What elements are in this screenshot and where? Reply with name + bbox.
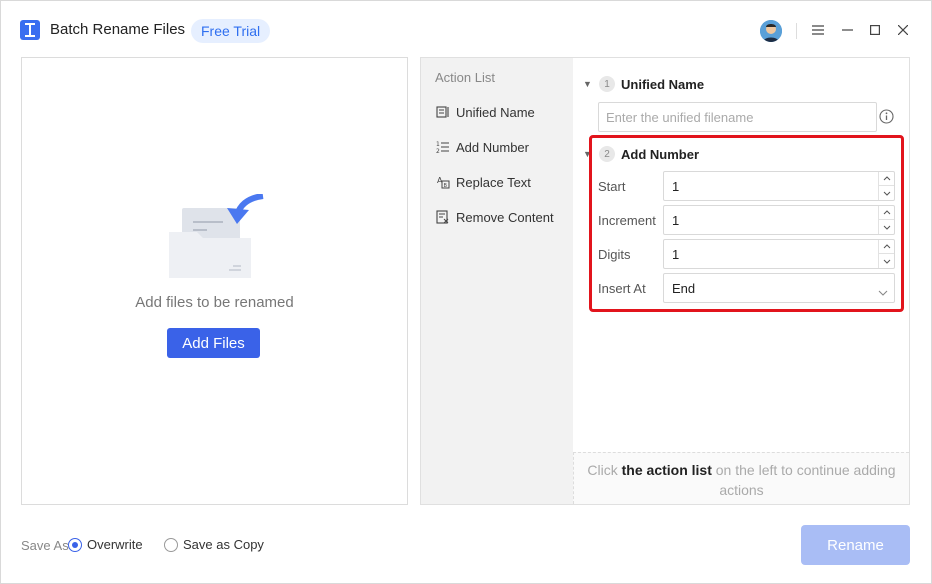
start-stepper[interactable]: 1 [663, 171, 895, 201]
action-item-label: Replace Text [456, 174, 531, 190]
menu-icon[interactable] [809, 21, 827, 39]
increment-spin [878, 206, 894, 234]
action-item-remove-content[interactable]: Remove Content [435, 207, 554, 227]
increment-label: Increment [598, 213, 656, 228]
folder-illustration-icon [167, 193, 267, 283]
chevron-down-icon[interactable] [879, 254, 894, 268]
hint-suffix: on the left to continue adding actions [711, 462, 896, 498]
user-avatar[interactable] [760, 20, 782, 42]
section-unified-name-header[interactable]: ▼ 1 Unified Name [583, 74, 704, 94]
config-panel: ▼ 1 Unified Name ▼ 2 Add Number Start 1 … [573, 57, 910, 505]
chevron-down-icon[interactable] [879, 220, 894, 234]
chevron-up-icon[interactable] [879, 206, 894, 220]
file-drop-area[interactable]: Add files to be renamed Add Files [21, 57, 408, 505]
overwrite-label: Overwrite [87, 537, 143, 552]
add-number-icon: 12 [435, 139, 451, 155]
close-icon[interactable] [894, 21, 912, 39]
title-bar: Batch Rename Files Free Trial [1, 1, 931, 57]
chevron-down-icon [878, 284, 888, 299]
chevron-up-icon[interactable] [879, 172, 894, 186]
start-value: 1 [672, 179, 680, 194]
unified-filename-input[interactable] [598, 102, 877, 132]
step-number: 1 [599, 76, 615, 92]
free-trial-badge[interactable]: Free Trial [191, 19, 271, 43]
digits-value: 1 [672, 247, 680, 262]
insert-at-select[interactable]: End [663, 273, 895, 303]
drop-area-message: Add files to be renamed [135, 294, 294, 311]
caret-down-icon: ▼ [583, 149, 592, 159]
chevron-down-icon[interactable] [879, 186, 894, 200]
info-icon[interactable] [879, 109, 894, 124]
app-title: Batch Rename Files [50, 21, 186, 38]
add-files-button[interactable]: Add Files [167, 328, 260, 358]
insert-at-value: End [672, 281, 696, 296]
chevron-up-icon[interactable] [879, 240, 894, 254]
action-item-label: Add Number [456, 139, 529, 155]
title-bar-divider [796, 23, 797, 39]
app-window: Batch Rename Files Free Trial Add files … [0, 0, 932, 584]
app-logo-icon [20, 20, 40, 40]
hint-prefix: Click [587, 462, 622, 478]
minimize-icon[interactable] [838, 21, 856, 39]
svg-text:1: 1 [436, 141, 440, 148]
save-as-copy-label: Save as Copy [183, 537, 264, 552]
action-item-label: Remove Content [456, 209, 554, 225]
section-title: Unified Name [621, 76, 705, 92]
action-item-replace-text[interactable]: AB Replace Text [435, 172, 531, 192]
caret-down-icon: ▼ [583, 79, 592, 89]
increment-value: 1 [672, 213, 680, 228]
increment-stepper[interactable]: 1 [663, 205, 895, 235]
radio-unchecked-icon [164, 537, 178, 552]
action-list-title: Action List [435, 70, 495, 85]
remove-content-icon [435, 209, 451, 225]
action-list-panel: Action List Unified Name 12 Add Number A… [420, 57, 573, 505]
save-as-copy-radio[interactable]: Save as Copy [164, 537, 264, 552]
action-item-add-number[interactable]: 12 Add Number [435, 137, 529, 157]
action-item-label: Unified Name [456, 104, 535, 120]
replace-text-icon: AB [435, 174, 451, 190]
start-label: Start [598, 179, 626, 194]
radio-checked-icon [68, 537, 82, 552]
step-number: 2 [599, 146, 615, 162]
hint-bold: the action list [621, 462, 712, 478]
maximize-icon[interactable] [866, 21, 884, 39]
digits-label: Digits [598, 247, 631, 262]
section-add-number-header[interactable]: ▼ 2 Add Number [583, 144, 699, 164]
overwrite-radio[interactable]: Overwrite [68, 537, 143, 552]
section-title: Add Number [621, 146, 699, 162]
unified-name-icon [435, 104, 451, 120]
svg-text:B: B [444, 183, 448, 189]
save-as-label: Save As [21, 538, 69, 553]
digits-stepper[interactable]: 1 [663, 239, 895, 269]
svg-text:2: 2 [436, 148, 440, 154]
digits-spin [878, 240, 894, 268]
insert-at-label: Insert At [598, 281, 646, 296]
action-item-unified-name[interactable]: Unified Name [435, 102, 535, 122]
start-spin [878, 172, 894, 200]
add-action-hint: Click the action list on the left to con… [573, 452, 909, 504]
rename-button[interactable]: Rename [801, 525, 910, 565]
